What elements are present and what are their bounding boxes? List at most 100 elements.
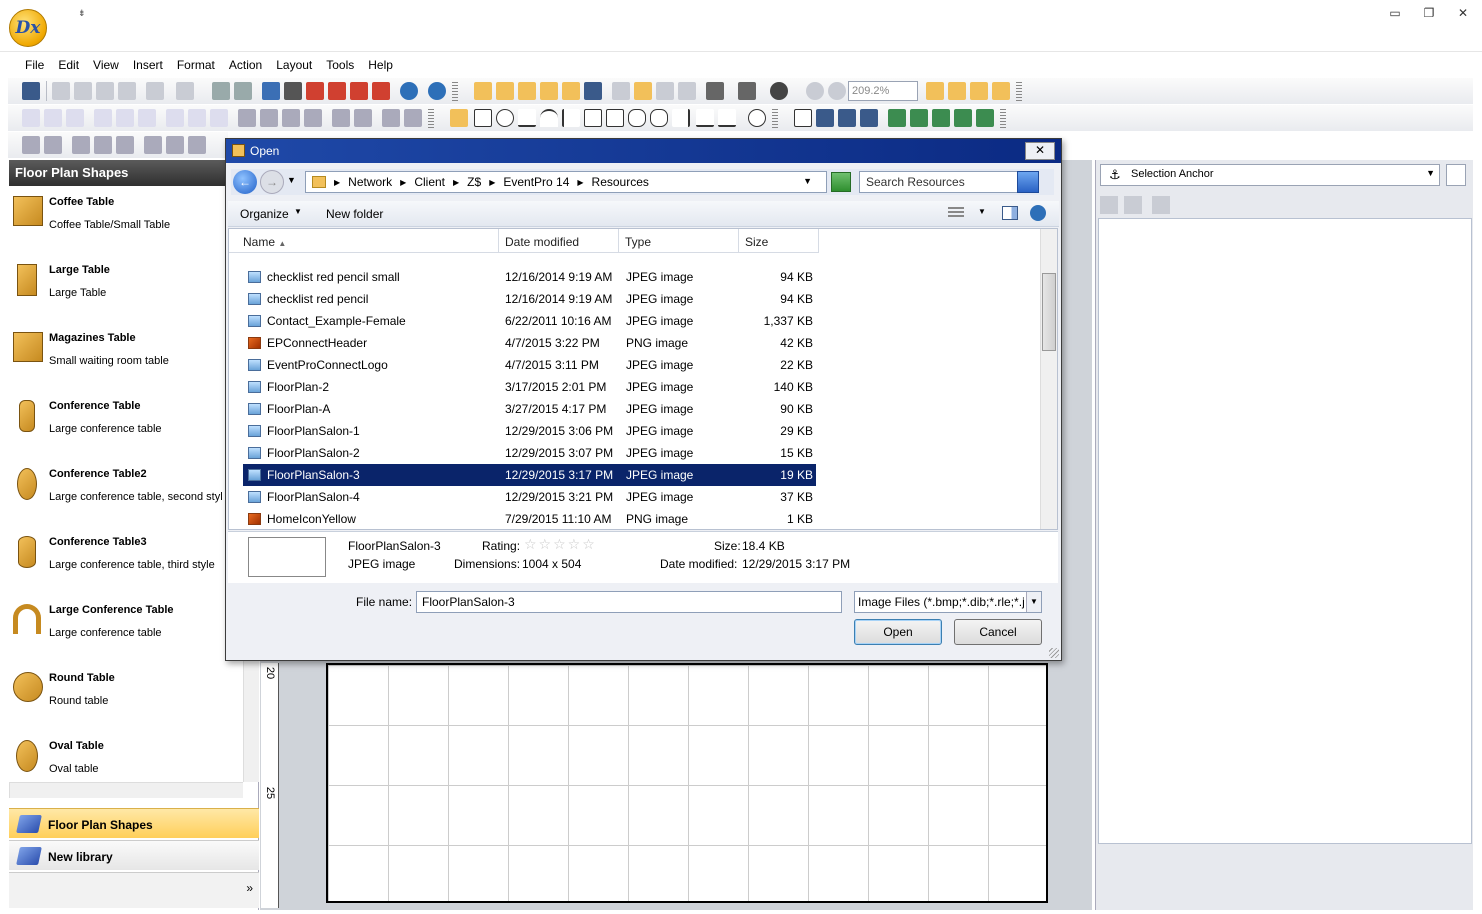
shape-conference-table2[interactable]: Conference Table2 Large conference table… xyxy=(9,460,245,528)
undo-icon[interactable] xyxy=(146,82,164,100)
help-icon[interactable] xyxy=(1030,205,1046,221)
column-name[interactable]: Name ▲ xyxy=(229,229,499,253)
ruler-icon[interactable] xyxy=(496,82,514,100)
export-svg-icon[interactable] xyxy=(306,82,324,100)
view-tiles-icon[interactable] xyxy=(888,109,906,127)
shape-magazines-table[interactable]: Magazines Table Small waiting room table xyxy=(9,324,245,392)
zoom-tool-icon[interactable] xyxy=(678,82,696,100)
file-row[interactable]: FloorPlanSalon-1 12/29/2015 3:06 PM JPEG i… xyxy=(243,420,816,442)
shape-conference-table[interactable]: Conference Table Large conference table xyxy=(9,392,245,460)
file-row[interactable]: HomeIconYellow 7/29/2015 11:10 AM PNG imag… xyxy=(243,508,816,529)
menu-tools[interactable]: Tools xyxy=(319,58,361,72)
open-button[interactable]: Open xyxy=(854,619,942,645)
resize-grip[interactable] xyxy=(1049,648,1059,658)
new-file-icon[interactable] xyxy=(794,109,812,127)
refresh-icon[interactable] xyxy=(831,172,851,192)
open-file-icon[interactable] xyxy=(816,109,834,127)
column-size[interactable]: Size xyxy=(739,229,819,253)
categorized-icon[interactable] xyxy=(1100,196,1118,214)
column-type[interactable]: Type xyxy=(619,229,739,253)
menu-action[interactable]: Action xyxy=(222,58,269,72)
menu-format[interactable]: Format xyxy=(170,58,222,72)
align-objects-right-icon[interactable] xyxy=(116,136,134,154)
zoom-level-input[interactable]: 209.2% xyxy=(848,81,918,101)
fill-icon[interactable] xyxy=(238,109,256,127)
ellipse-tool-icon[interactable] xyxy=(496,109,514,127)
recent-locations-icon[interactable]: ▼ xyxy=(287,175,296,185)
line-color-icon[interactable] xyxy=(260,109,278,127)
library-tab-new-library[interactable]: New library xyxy=(9,840,259,870)
view-dropdown-icon[interactable]: ▼ xyxy=(978,207,986,216)
flash-icon[interactable] xyxy=(404,109,422,127)
polyline-tool-icon[interactable] xyxy=(584,109,602,127)
polygon-tool-icon[interactable] xyxy=(606,109,624,127)
group-icon[interactable] xyxy=(612,82,630,100)
format-painter-icon[interactable] xyxy=(634,82,652,100)
align-objects-top-icon[interactable] xyxy=(144,136,162,154)
align-objects-center-icon[interactable] xyxy=(94,136,112,154)
property-pages-icon[interactable] xyxy=(1152,196,1170,214)
menu-layout[interactable]: Layout xyxy=(269,58,319,72)
alphabetical-icon[interactable] xyxy=(1124,196,1142,214)
connector-icon[interactable] xyxy=(332,109,350,127)
file-name-input[interactable]: FloorPlanSalon-3 xyxy=(416,591,842,613)
align-top-icon[interactable] xyxy=(166,109,184,127)
arrange-front-icon[interactable] xyxy=(22,136,40,154)
redo-icon[interactable] xyxy=(176,82,194,100)
rating-stars[interactable]: ☆☆☆☆☆ xyxy=(524,536,597,553)
align-center-icon[interactable] xyxy=(116,109,134,127)
connector-end-icon[interactable] xyxy=(354,109,372,127)
table-icon[interactable] xyxy=(948,82,966,100)
preview-pane-icon[interactable] xyxy=(1002,206,1018,220)
line-tool-icon[interactable] xyxy=(518,109,536,127)
file-row[interactable]: FloorPlanSalon-4 12/29/2015 3:21 PM JPEG i… xyxy=(243,486,816,508)
text-box-icon[interactable] xyxy=(304,109,322,127)
close-window-button[interactable]: ✕ xyxy=(1446,6,1480,24)
guides-icon[interactable] xyxy=(518,82,536,100)
breadcrumb[interactable]: ▶ Network ▶ Client ▶ Z$ ▶ EventPro 14 ▶ … xyxy=(305,171,827,193)
text-tool-icon[interactable] xyxy=(696,109,714,127)
connector-tool-icon[interactable] xyxy=(718,109,736,127)
grid-icon[interactable] xyxy=(474,82,492,100)
organize-dropdown-icon[interactable]: ▼ xyxy=(294,207,302,216)
file-row[interactable]: checklist red pencil small 12/16/2014 9:1… xyxy=(243,266,816,288)
view-icons-icon[interactable] xyxy=(910,109,928,127)
column-date-modified[interactable]: Date modified xyxy=(499,229,619,253)
shape-conference-table3[interactable]: Conference Table3 Large conference table… xyxy=(9,528,245,596)
align-middle-icon[interactable] xyxy=(188,109,206,127)
rotate-tool-icon[interactable] xyxy=(748,109,766,127)
export-emf-icon[interactable] xyxy=(350,82,368,100)
align-right-icon[interactable] xyxy=(138,109,156,127)
file-row[interactable]: checklist red pencil 12/16/2014 9:19 AM JP… xyxy=(243,288,816,310)
file-row-selected[interactable]: FloorPlanSalon-3 12/29/2015 3:17 PM JPEG i… xyxy=(243,464,816,486)
export-dxf-icon[interactable] xyxy=(284,82,302,100)
export-image-icon[interactable] xyxy=(262,82,280,100)
search-input[interactable]: Search Resources xyxy=(859,171,1039,193)
shape-large-table[interactable]: Large Table Large Table xyxy=(9,256,245,324)
property-pages-button[interactable] xyxy=(1446,164,1466,186)
more-libraries-button[interactable]: » xyxy=(246,881,253,895)
zoom-out-icon[interactable] xyxy=(828,82,846,100)
rectangle-tool-icon[interactable] xyxy=(474,109,492,127)
line-style-icon[interactable] xyxy=(382,109,400,127)
back-button[interactable]: ← xyxy=(233,170,257,194)
forward-button[interactable]: → xyxy=(260,170,284,194)
grid-options-icon[interactable] xyxy=(706,82,724,100)
property-grid[interactable] xyxy=(1098,218,1472,844)
help-icon[interactable] xyxy=(428,82,446,100)
menu-file[interactable]: File xyxy=(18,58,51,72)
new-folder-button[interactable]: New folder xyxy=(326,207,383,221)
shape-large-conference-table[interactable]: Large Conference Table Large conference … xyxy=(9,596,245,664)
arc-tool-icon[interactable] xyxy=(540,109,558,127)
file-row[interactable]: FloorPlan-A 3/27/2015 4:17 PM JPEG image 90… xyxy=(243,398,816,420)
breadcrumb-client[interactable]: Client xyxy=(414,175,445,189)
save-file-icon[interactable] xyxy=(838,109,856,127)
align-grid-icon[interactable] xyxy=(738,82,756,100)
library-tab-floor-plan-shapes[interactable]: Floor Plan Shapes xyxy=(9,808,259,838)
object-selector[interactable]: ⚓ Selection Anchor ▼ xyxy=(1100,164,1440,186)
dialog-close-button[interactable]: ✕ xyxy=(1025,142,1055,160)
snap-icon[interactable] xyxy=(540,82,558,100)
view-options-icon[interactable] xyxy=(948,207,964,219)
save-as-icon[interactable] xyxy=(860,109,878,127)
settings-gear-icon[interactable] xyxy=(770,82,788,100)
